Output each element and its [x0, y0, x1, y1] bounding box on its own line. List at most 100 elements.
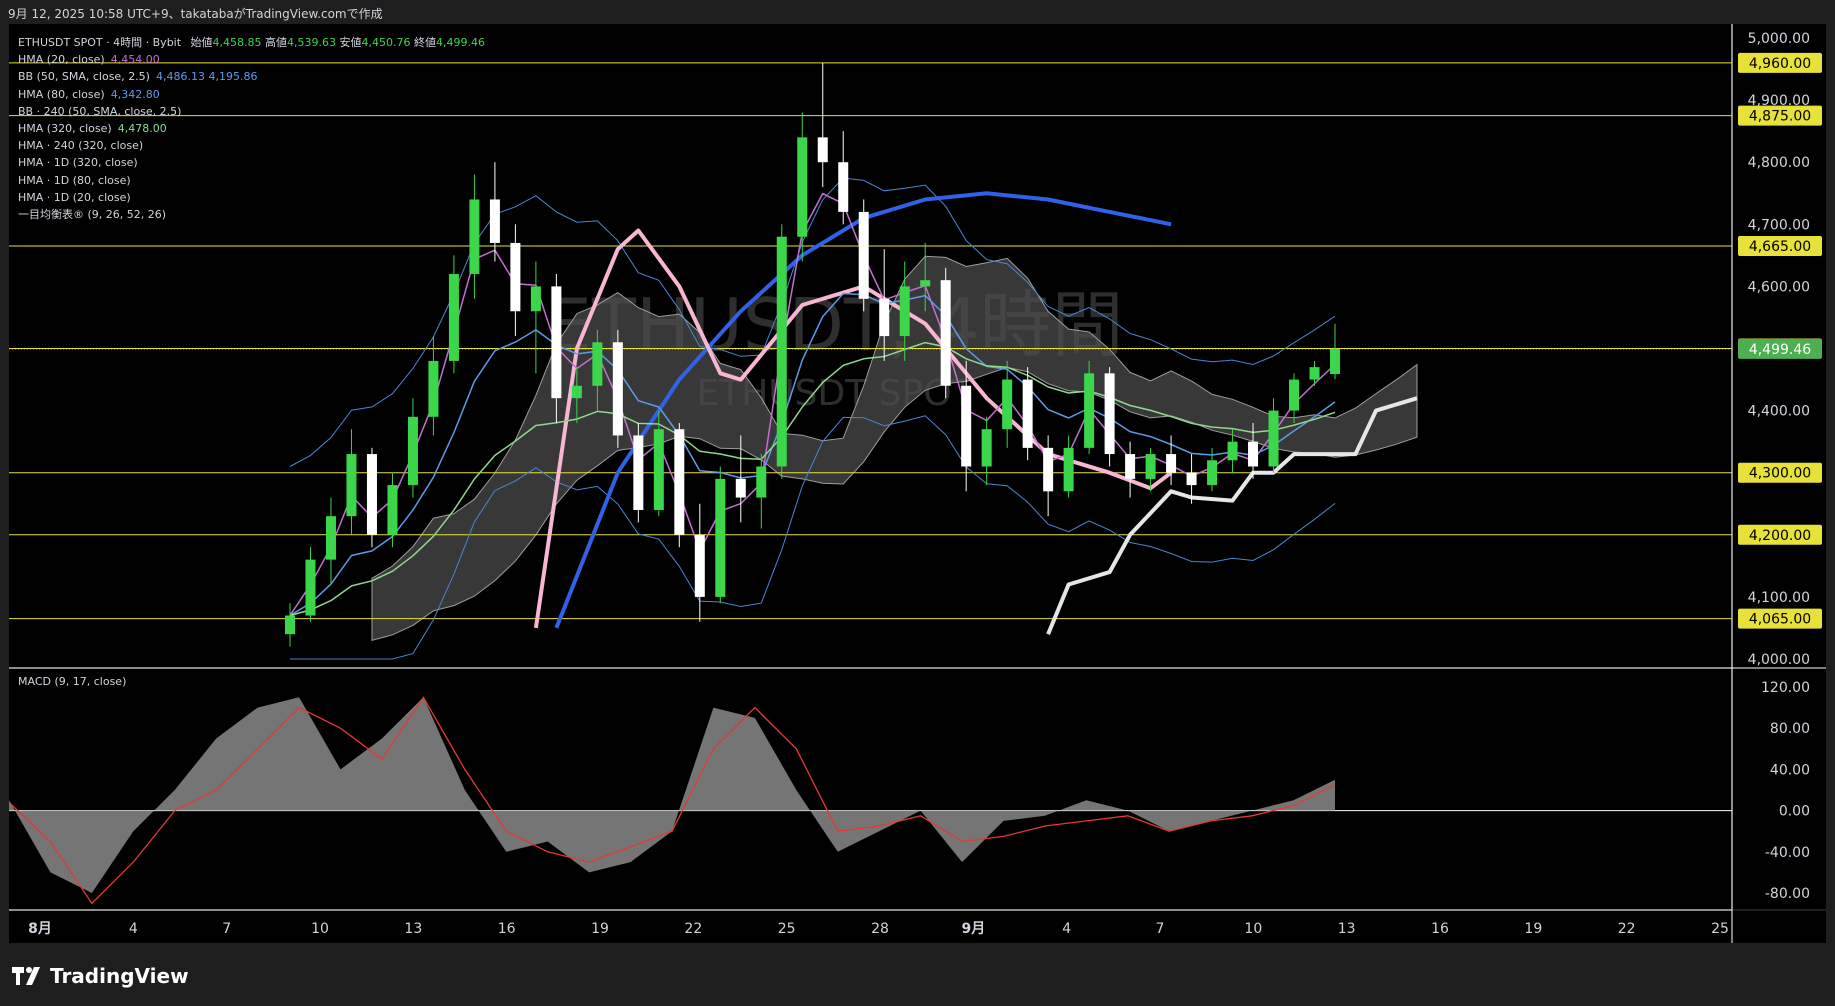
time-axis-bg[interactable] — [9, 911, 1826, 943]
candle-body — [387, 485, 398, 535]
time-tick-label: 8月 — [28, 921, 52, 937]
legend-symbol: ETHUSDT SPOT · 4時間 · Bybit — [18, 36, 182, 49]
candle-body — [899, 286, 910, 337]
price-tick-label: 4,700.00 — [1748, 217, 1810, 233]
legend-indicator-value: 4,486.13 4,195.86 — [155, 70, 258, 84]
candle-body — [571, 385, 582, 399]
legend-high: 4,539.63 — [287, 36, 337, 49]
legend-indicator[interactable]: HMA (20, close) 4,454.00 — [18, 51, 485, 68]
legend-indicator[interactable]: HMA · 1D (20, close) — [18, 189, 485, 206]
candle-body — [428, 360, 439, 417]
candle-body — [1104, 373, 1115, 455]
candle-body — [346, 454, 357, 517]
legend-indicator-name: BB (50, SMA, close, 2.5) — [18, 70, 150, 84]
legend-indicator-name: HMA (320, close) — [18, 122, 112, 136]
candle — [940, 267, 951, 399]
price-tick-label: 4,100.00 — [1748, 590, 1810, 606]
candle-body — [366, 454, 377, 535]
time-tick-label: 7 — [222, 921, 231, 937]
candle-body — [981, 429, 992, 467]
candle-body — [1125, 454, 1136, 479]
time-tick-label: 19 — [591, 921, 609, 937]
legend-indicator[interactable]: HMA · 1D (320, close) — [18, 154, 485, 171]
legend-indicator-value: 4,478.00 — [117, 122, 167, 136]
time-tick-label: 19 — [1524, 921, 1542, 937]
time-tick-label: 16 — [1431, 921, 1449, 937]
macd-label: MACD (9, 17, close) — [18, 675, 127, 688]
candle-body — [961, 385, 972, 467]
price-tick-label: 4,800.00 — [1748, 155, 1810, 171]
legend-indicator[interactable]: HMA · 240 (320, close) — [18, 137, 485, 154]
candle-body — [1207, 460, 1218, 486]
candle-body — [305, 559, 316, 616]
candle-body — [1043, 447, 1054, 492]
price-level-label: 4,665.00 — [1749, 239, 1811, 255]
candle-body — [858, 211, 869, 299]
price-tick-label: 4,400.00 — [1748, 404, 1810, 420]
price-tick-label: 5,000.00 — [1748, 31, 1810, 47]
candle-body — [592, 342, 603, 386]
price-level-label: 4,200.00 — [1749, 528, 1811, 544]
candle — [633, 423, 644, 523]
candle-body — [879, 298, 890, 337]
candle-body — [756, 466, 767, 498]
candle-body — [838, 162, 849, 212]
candle-body — [653, 429, 664, 510]
candle-body — [715, 478, 726, 597]
candle-body — [1330, 348, 1340, 375]
macd-tick-label: 120.00 — [1761, 680, 1810, 696]
legend-indicator-name: HMA (20, close) — [18, 53, 105, 67]
candle-body — [325, 516, 336, 560]
legend-indicator[interactable]: BB · 240 (50, SMA, close, 2.5) — [18, 103, 485, 120]
legend-indicator-name: HMA · 1D (320, close) — [18, 156, 138, 170]
time-tick-label: 7 — [1156, 921, 1165, 937]
tradingview-logo-text: TradingView — [50, 964, 189, 988]
candle-body — [1002, 379, 1013, 430]
candle — [715, 466, 726, 604]
candle — [776, 224, 787, 479]
legend-indicator[interactable]: HMA (80, close) 4,342.80 — [18, 86, 485, 103]
time-tick-label: 10 — [1244, 921, 1262, 937]
time-tick-label: 25 — [778, 921, 796, 937]
legend-indicator[interactable]: HMA · 1D (80, close) — [18, 172, 485, 189]
candle — [1104, 367, 1115, 467]
legend-close-label: 終値 — [414, 36, 436, 49]
legend-indicator-name: BB · 240 (50, SMA, close, 2.5) — [18, 104, 182, 118]
price-level-label: 4,300.00 — [1749, 466, 1811, 482]
candle-body — [1248, 441, 1259, 467]
candle-body — [1227, 441, 1238, 461]
candle-body — [285, 615, 295, 635]
time-tick-label: 9月 — [961, 921, 985, 937]
price-tick-label: 4,000.00 — [1748, 652, 1810, 668]
legend-indicator-name: HMA (80, close) — [18, 87, 105, 101]
legend-indicator-name: HMA · 240 (320, close) — [18, 139, 144, 153]
time-tick-label: 22 — [1618, 921, 1636, 937]
legend-indicator-name: HMA · 1D (20, close) — [18, 190, 131, 204]
legend-low: 4,450.76 — [361, 36, 411, 49]
time-tick-label: 13 — [404, 921, 422, 937]
candle-body — [510, 242, 521, 312]
candle-body — [448, 273, 459, 361]
legend-indicator[interactable]: 一目均衡表® (9, 26, 52, 26) — [18, 206, 485, 223]
price-level-label: 4,960.00 — [1749, 56, 1811, 72]
candle-body — [920, 280, 931, 287]
candle-body — [797, 137, 808, 237]
legend-low-label: 安値 — [339, 36, 362, 49]
candle-body — [489, 199, 500, 243]
legend-indicator[interactable]: HMA (320, close) 4,478.00 — [18, 120, 485, 137]
time-tick-label: 13 — [1338, 921, 1356, 937]
legend-indicator[interactable]: BB (50, SMA, close, 2.5) 4,486.13 4,195.8… — [18, 68, 485, 85]
time-tick-label: 4 — [1062, 921, 1071, 937]
candle-body — [1268, 410, 1279, 467]
macd-tick-label: 40.00 — [1770, 762, 1810, 778]
legend-indicator-name: HMA · 1D (80, close) — [18, 173, 131, 187]
tradingview-logo[interactable]: TradingView — [12, 964, 189, 988]
candle — [612, 329, 623, 448]
legend-indicator-name: 一目均衡表® (9, 26, 52, 26) — [18, 208, 167, 222]
candle-body — [694, 534, 705, 597]
legend-indicator-value: 4,342.80 — [110, 87, 160, 101]
legend-open-label: 始値 — [190, 36, 213, 49]
macd-tick-label: 0.00 — [1779, 804, 1810, 820]
price-level-label: 4,065.00 — [1749, 612, 1811, 628]
legend-close: 4,499.46 — [436, 36, 485, 49]
